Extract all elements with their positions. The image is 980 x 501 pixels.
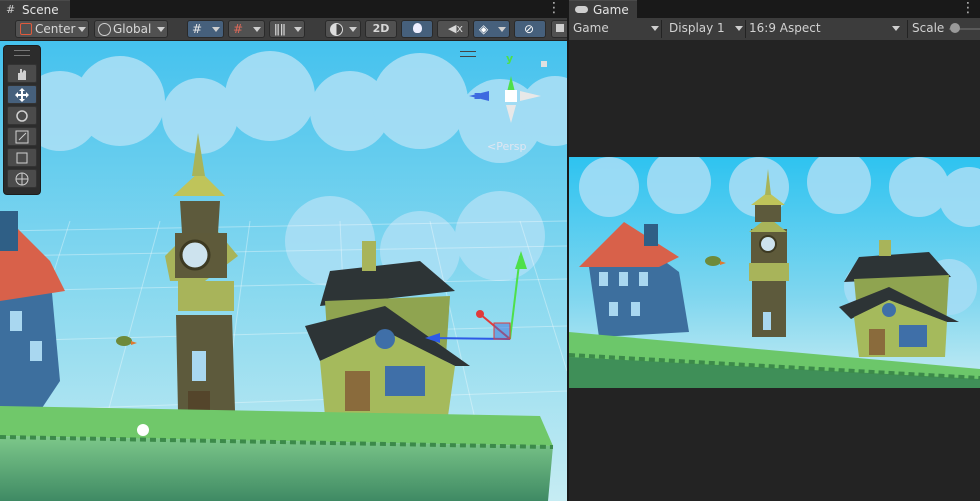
space-label: Global [113, 22, 152, 36]
grid-snap-button[interactable]: # [187, 20, 224, 38]
pivot-dropdown[interactable]: Center [15, 20, 89, 38]
tab-scene-label: Scene [22, 3, 59, 17]
grid-visibility-button[interactable]: ǁǁ [269, 20, 305, 38]
snap-icon: # [233, 22, 244, 36]
globe-icon [98, 23, 111, 36]
scale-icon [15, 130, 29, 144]
scene-tab-bar: # Scene ⋮ [0, 0, 567, 18]
shading-icon [330, 23, 343, 36]
scene-panel: # Scene ⋮ Center Global # # ǁǁ 2D ◀x ◈ ⊘… [0, 0, 567, 501]
projection-label[interactable]: <Persp [487, 140, 526, 153]
move-tool-button[interactable] [7, 85, 37, 104]
rect-tool-button[interactable] [7, 148, 37, 167]
scale-label: Scale [912, 21, 945, 35]
lightbulb-icon [413, 23, 422, 33]
chevron-down-icon [294, 27, 302, 32]
scene-render [0, 41, 567, 501]
grid-snap-icon: # [192, 22, 203, 36]
projection-text: Persp [496, 140, 527, 153]
aspect-dropdown[interactable]: 16:9 Aspect [749, 20, 905, 38]
display-dropdown[interactable]: Display 1 [669, 20, 745, 38]
camera-dropdown[interactable] [551, 20, 567, 38]
hidden-eye-icon: ⊘ [524, 22, 535, 36]
kebab-menu-icon[interactable]: ⋮ [961, 1, 975, 15]
scene-toolbar: Center Global # # ǁǁ 2D ◀x ◈ ⊘ [0, 18, 567, 41]
drag-handle-icon[interactable] [460, 51, 476, 57]
chevron-down-icon [212, 27, 220, 32]
game-tab-bar: Game ⋮ [569, 0, 980, 18]
chevron-down-icon [253, 27, 261, 32]
tab-scene[interactable]: # Scene [0, 0, 70, 18]
chevron-down-icon [157, 27, 165, 32]
display-label: Display 1 [669, 21, 725, 35]
rect-transform-icon [16, 152, 28, 164]
draw-mode-dropdown[interactable] [325, 20, 361, 38]
game-render [569, 150, 980, 388]
ground-platform [0, 406, 554, 501]
chevron-left-icon: < [487, 140, 497, 153]
pivot-label: Center [35, 22, 76, 36]
chevron-down-icon [892, 26, 900, 31]
player-sprite [137, 424, 149, 436]
transform-icon [15, 172, 29, 186]
transform-tool-button[interactable] [7, 169, 37, 188]
chevron-down-icon [735, 26, 743, 31]
scale-slider-thumb[interactable] [950, 23, 960, 33]
rotate-tool-button[interactable] [7, 106, 37, 125]
divider [661, 20, 662, 38]
chevron-down-icon [349, 27, 357, 32]
chevron-down-icon [78, 27, 86, 32]
2d-toggle-button[interactable]: 2D [365, 20, 397, 38]
gamepad-icon [575, 6, 588, 13]
audio-toggle-button[interactable]: ◀x [437, 20, 469, 38]
game-view-label: Game [573, 21, 609, 35]
rotate-icon [16, 110, 28, 122]
space-dropdown[interactable]: Global [94, 20, 168, 38]
lighting-toggle-button[interactable] [401, 20, 433, 38]
move-icon [15, 88, 29, 102]
camera-icon [556, 24, 564, 32]
aspect-label: 16:9 Aspect [749, 21, 821, 35]
scene-visibility-button[interactable]: ⊘ [514, 20, 546, 38]
gizmo-y-label: y [506, 52, 514, 65]
kebab-menu-icon[interactable]: ⋮ [547, 1, 561, 15]
increment-snap-button[interactable]: # [228, 20, 265, 38]
divider [907, 20, 908, 38]
chevron-down-icon [651, 26, 659, 31]
grid-lines-icon: ǁǁ [274, 22, 286, 36]
scene-viewport[interactable]: y z <Persp [0, 41, 567, 501]
divider [745, 20, 746, 38]
game-view-dropdown[interactable]: Game [573, 20, 659, 38]
audio-mute-icon: ◀x [448, 22, 463, 35]
tab-game-label: Game [593, 3, 629, 17]
hand-icon [18, 69, 26, 80]
layers-icon: ◈ [479, 22, 489, 36]
tab-game[interactable]: Game [569, 0, 637, 18]
game-toolbar: Game Display 1 16:9 Aspect Scale [569, 18, 980, 41]
effects-dropdown[interactable]: ◈ [473, 20, 510, 38]
hand-tool-button[interactable] [7, 64, 37, 83]
chevron-down-icon [498, 27, 506, 32]
palette-drag-icon[interactable] [14, 50, 30, 56]
grid-icon: # [6, 3, 16, 16]
gizmo-z-label: z [474, 89, 481, 102]
tool-palette [3, 45, 41, 195]
scale-tool-button[interactable] [7, 127, 37, 146]
game-panel: Game ⋮ Game Display 1 16:9 Aspect Scale [569, 0, 980, 501]
lock-icon[interactable] [541, 61, 547, 67]
pivot-icon [20, 23, 32, 35]
game-view-frame[interactable] [569, 150, 980, 388]
